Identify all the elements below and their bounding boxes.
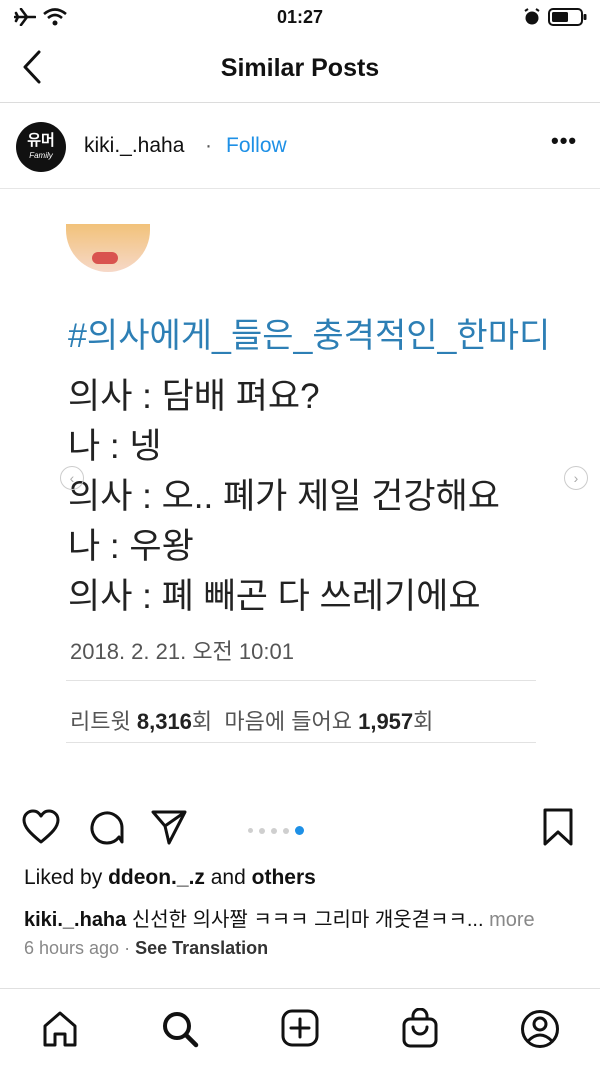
see-translation-link[interactable]: See Translation [135,938,268,958]
retweet-count: 8,316 [136,709,192,734]
tweet-divider [66,742,536,743]
status-bar: 01:27 [0,0,600,34]
shop-bag-icon[interactable] [401,1008,439,1048]
tweet-hashtag: #의사에게_들은_충격적인_한마디 [68,317,551,355]
tweet-line: 나 : 우왕 [68,527,194,566]
tweet-line: 의사 : 폐 빼곤 다 쓰레기에요 [68,577,481,616]
tab-bar-divider [0,988,600,989]
comment-icon[interactable] [87,808,125,846]
carousel-prev-icon[interactable]: ‹ [60,466,84,490]
home-icon[interactable] [41,1010,79,1048]
profile-icon[interactable] [520,1009,560,1049]
count-unit: 회 [191,709,213,734]
heart-icon[interactable] [22,809,60,845]
tweet-date: 2018. 2. 21. 오전 10:01 [70,639,294,664]
liked-by-prefix: Liked by [24,866,103,889]
caption-text: 신선한 의사짤 ㅋㅋㅋ 그리마 개웃겯ㅋㅋ... [131,909,484,931]
carousel-indicator [248,822,310,840]
post-meta: 6 hours ago · See Translation [24,938,268,959]
caption-more-link[interactable]: more [489,909,535,931]
tweet-avatar-image [66,224,150,272]
tweet-line: 의사 : 오.. 폐가 제일 건강해요 [68,477,500,516]
send-icon[interactable] [150,808,188,846]
header-separator: · [205,134,212,157]
battery-icon [548,7,588,27]
tweet-line: 나 : 넹 [68,427,162,466]
username[interactable]: kiki._.haha [84,134,184,158]
count-unit: 회 [413,709,434,734]
tweet-divider [66,680,536,681]
avatar-text-bottom: Family [29,151,53,160]
meta-separator: · [124,938,131,958]
liked-by-user[interactable]: ddeon._.z [108,866,205,889]
caption: kiki._.haha 신선한 의사짤 ㅋㅋㅋ 그리마 개웃겯ㅋㅋ... mor… [24,903,535,932]
caption-username[interactable]: kiki._.haha [24,909,126,931]
add-post-icon[interactable] [281,1009,319,1047]
clock: 01:27 [276,7,324,27]
page-title: Similar Posts [220,54,380,82]
liked-by-and: and [210,866,246,889]
retweet-label: 리트윗 [70,709,131,734]
tweet-stats: 리트윗 8,316회 마음에 들어요 1,957회 [70,704,433,736]
more-options-button[interactable]: ••• [551,128,577,154]
bookmark-icon[interactable] [543,808,573,846]
liked-by-others[interactable]: others [252,866,316,889]
avatar-text-top: 유머 [27,132,55,149]
tweet-line: 의사 : 담배 펴요? [68,377,320,416]
alarm-icon [523,8,541,26]
carousel-next-icon[interactable]: › [564,466,588,490]
like-label: 마음에 들어요 [224,709,352,734]
time-ago: 6 hours ago [24,938,120,958]
follow-button[interactable]: Follow [226,134,287,158]
avatar[interactable]: 유머 Family [16,122,66,172]
search-icon[interactable] [160,1009,200,1049]
nav-header: Similar Posts [0,34,600,103]
like-count: 1,957 [358,709,414,734]
liked-by: Liked by ddeon._.z and others [24,866,316,890]
divider [0,188,600,189]
